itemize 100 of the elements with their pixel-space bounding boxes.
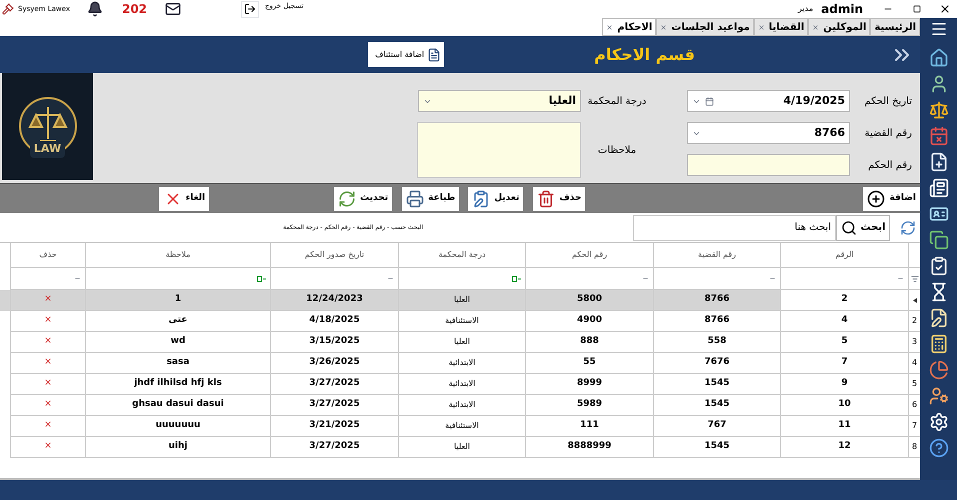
delete-row-button[interactable]: × bbox=[44, 398, 52, 412]
table-cell-text: 4 bbox=[841, 314, 848, 328]
add-button[interactable]: اضافة bbox=[863, 186, 920, 210]
add-document-icon[interactable] bbox=[928, 152, 948, 172]
dropdown-field[interactable]: العليا bbox=[418, 90, 581, 112]
column-header[interactable]: حذف bbox=[10, 243, 85, 268]
table-cell-text: ghsau dasui dasui bbox=[132, 398, 224, 412]
maximize-icon[interactable] bbox=[913, 5, 921, 13]
table-cell-text: 8888999 bbox=[568, 440, 612, 454]
table-cell-text: uuuuuuu bbox=[156, 419, 200, 432]
table-cell-text: 7 bbox=[841, 356, 848, 370]
copy-icon[interactable] bbox=[928, 230, 948, 250]
column-header[interactable]: الرقم bbox=[780, 243, 908, 268]
table-cell-text: 1545 bbox=[704, 377, 730, 390]
table-cell-text: 4900 bbox=[576, 314, 602, 328]
table-cell: العليا bbox=[454, 294, 470, 306]
tab[interactable]: مواعيد الجلسات bbox=[656, 18, 754, 36]
delete-icon bbox=[537, 190, 556, 208]
input-field[interactable] bbox=[687, 154, 850, 176]
search-icon bbox=[840, 220, 857, 236]
user-settings-icon[interactable] bbox=[928, 386, 948, 406]
row-number: 2 bbox=[912, 315, 918, 327]
pie-chart-icon[interactable] bbox=[928, 360, 948, 380]
print-button[interactable]: طباعة bbox=[402, 186, 460, 210]
table-cell-text: 9 bbox=[841, 377, 848, 390]
tab[interactable]: الموكلين bbox=[808, 18, 870, 36]
edit-button[interactable]: تعديل bbox=[468, 186, 524, 210]
search-field[interactable]: ابحث هنا bbox=[633, 214, 836, 240]
filter-icon[interactable] bbox=[910, 274, 918, 282]
delete-button[interactable]: حذف bbox=[533, 186, 586, 210]
clipboard-icon[interactable] bbox=[928, 256, 948, 276]
table-cell-text: 3/21/2025 bbox=[309, 419, 360, 432]
calendar-icon bbox=[705, 96, 714, 106]
table-cell: الابتدائية bbox=[448, 357, 476, 369]
table-cell-text: 7676 bbox=[704, 356, 730, 370]
row-number: 7 bbox=[912, 420, 918, 432]
table-cell-text: 1545 bbox=[704, 440, 730, 454]
add-appeal-button[interactable]: اضافة استئناف bbox=[368, 42, 444, 67]
close-tab-icon[interactable] bbox=[812, 24, 820, 30]
table-cell: الاستئنافية bbox=[445, 315, 479, 327]
search-button[interactable]: ابحث bbox=[836, 214, 890, 240]
refresh-button[interactable]: تحديث bbox=[334, 186, 392, 210]
table-cell-text: 8766 bbox=[704, 293, 730, 306]
table-cell-text: 3/27/2025 bbox=[309, 398, 360, 412]
table-cell-text: jhdf ilhilsd hfj kls bbox=[134, 377, 222, 390]
cancel-button[interactable]: الغاء bbox=[159, 186, 210, 210]
logout-button[interactable] bbox=[241, 0, 260, 18]
delete-row-button[interactable]: × bbox=[44, 377, 52, 391]
field-label: ملاحظات bbox=[596, 144, 638, 158]
column-header[interactable]: تاريخ صدور الحكم bbox=[270, 243, 398, 268]
help-icon[interactable] bbox=[928, 438, 948, 458]
calendar-icon[interactable] bbox=[928, 126, 948, 146]
tab[interactable]: الاحكام bbox=[602, 18, 656, 36]
delete-row-button[interactable]: × bbox=[44, 293, 52, 307]
tab[interactable]: الرئيسية bbox=[870, 18, 920, 36]
field-label: رقم الحكم bbox=[867, 158, 912, 172]
table-cell: العليا bbox=[454, 441, 470, 453]
column-header[interactable]: رقم القضية bbox=[653, 243, 780, 268]
table-cell-text: 8766 bbox=[704, 314, 730, 328]
bell-icon[interactable] bbox=[86, 1, 104, 17]
menu-icon[interactable] bbox=[930, 20, 948, 38]
table-cell-text: 12/24/2023 bbox=[306, 293, 363, 306]
column-header[interactable]: درجة المحكمة bbox=[398, 243, 525, 268]
delete-row-button[interactable]: × bbox=[44, 335, 52, 349]
delete-row-button[interactable]: × bbox=[44, 356, 52, 370]
close-tab-icon[interactable] bbox=[660, 24, 668, 30]
close-tab-icon[interactable] bbox=[758, 24, 765, 30]
settings-icon[interactable] bbox=[928, 412, 948, 432]
row-number: 3 bbox=[912, 336, 918, 348]
calculator-icon[interactable] bbox=[928, 334, 948, 354]
column-header[interactable]: رقم الحكم bbox=[525, 243, 653, 268]
column-header[interactable]: ملاحظة bbox=[85, 243, 270, 268]
scale-icon[interactable] bbox=[928, 100, 948, 120]
edit-document-icon[interactable] bbox=[928, 308, 948, 328]
mail-icon[interactable] bbox=[165, 1, 182, 17]
filter-condition-icon[interactable] bbox=[257, 276, 266, 282]
delete-row-button[interactable]: × bbox=[44, 314, 52, 328]
date-picker[interactable]: 4/19/2025 bbox=[687, 90, 850, 112]
close-icon[interactable] bbox=[939, 3, 951, 15]
document-icon bbox=[427, 48, 442, 62]
field-label: رقم القضية bbox=[864, 126, 912, 140]
table-cell-text: 8999 bbox=[576, 377, 602, 390]
table-cell-text: 3/27/2025 bbox=[309, 377, 360, 390]
table-cell-text: 3/26/2025 bbox=[309, 356, 360, 370]
refresh-icon[interactable] bbox=[900, 220, 916, 236]
home-icon[interactable] bbox=[928, 48, 948, 68]
row-number: 6 bbox=[912, 399, 918, 411]
refresh-icon bbox=[338, 190, 356, 208]
delete-row-button[interactable]: × bbox=[44, 440, 52, 454]
newspaper-icon[interactable] bbox=[928, 178, 948, 198]
notes-field[interactable] bbox=[417, 122, 581, 178]
row-number: 8 bbox=[912, 441, 918, 453]
user-name: admin bbox=[821, 1, 863, 18]
delete-row-button[interactable]: × bbox=[44, 419, 52, 433]
filter-condition-icon[interactable] bbox=[512, 276, 521, 282]
app-logo-icon bbox=[2, 3, 14, 15]
table-cell-text: uihj bbox=[168, 440, 188, 454]
close-tab-icon[interactable] bbox=[606, 24, 614, 30]
tab[interactable]: القضايا bbox=[754, 18, 808, 36]
dropdown-field[interactable]: 8766 bbox=[687, 122, 850, 144]
